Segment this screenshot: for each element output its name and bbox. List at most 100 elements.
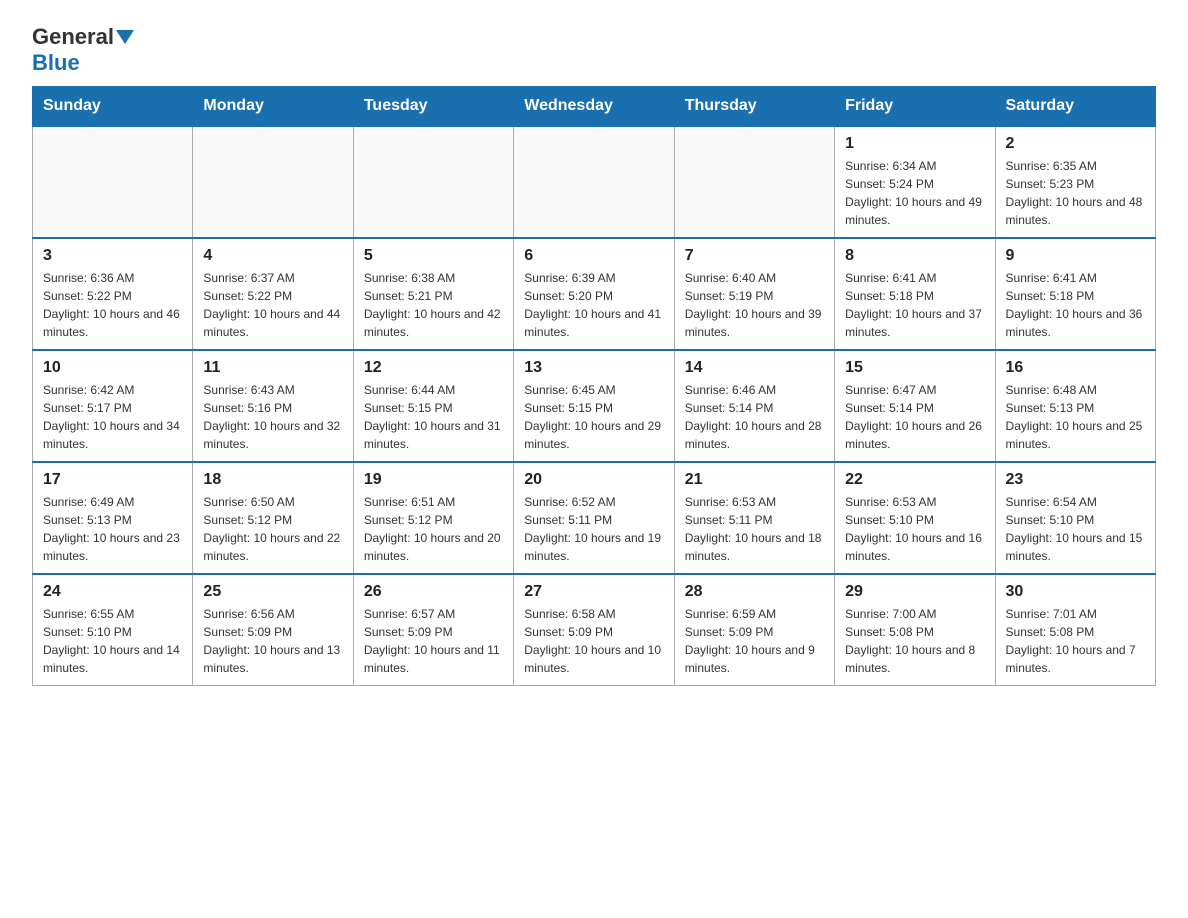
weekday-header-thursday: Thursday — [674, 87, 834, 127]
day-number: 11 — [203, 359, 342, 377]
day-info: Sunrise: 6:48 AMSunset: 5:13 PMDaylight:… — [1006, 381, 1145, 453]
calendar-cell: 18 Sunrise: 6:50 AMSunset: 5:12 PMDayligh… — [193, 462, 353, 574]
day-number: 24 — [43, 583, 182, 601]
day-number: 25 — [203, 583, 342, 601]
day-info: Sunrise: 6:53 AMSunset: 5:10 PMDaylight:… — [845, 493, 984, 565]
day-info: Sunrise: 6:53 AMSunset: 5:11 PMDaylight:… — [685, 493, 824, 565]
day-info: Sunrise: 6:54 AMSunset: 5:10 PMDaylight:… — [1006, 493, 1145, 565]
calendar-cell: 8 Sunrise: 6:41 AMSunset: 5:18 PMDaylight… — [835, 238, 995, 350]
calendar-cell — [353, 126, 513, 238]
calendar-cell — [193, 126, 353, 238]
calendar-week-row: 10 Sunrise: 6:42 AMSunset: 5:17 PMDayligh… — [33, 350, 1156, 462]
calendar-cell: 13 Sunrise: 6:45 AMSunset: 5:15 PMDayligh… — [514, 350, 674, 462]
weekday-header-sunday: Sunday — [33, 87, 193, 127]
calendar-cell: 23Sunrise: 6:54 AMSunset: 5:10 PMDayligh… — [995, 462, 1155, 574]
day-number: 21 — [685, 471, 824, 489]
day-number: 3 — [43, 247, 182, 265]
calendar-cell: 5 Sunrise: 6:38 AMSunset: 5:21 PMDaylight… — [353, 238, 513, 350]
day-number: 1 — [845, 135, 984, 153]
weekday-header-tuesday: Tuesday — [353, 87, 513, 127]
calendar-week-row: 24Sunrise: 6:55 AMSunset: 5:10 PMDayligh… — [33, 574, 1156, 686]
calendar-header-row: SundayMondayTuesdayWednesdayThursdayFrid… — [33, 87, 1156, 127]
calendar-cell: 24Sunrise: 6:55 AMSunset: 5:10 PMDayligh… — [33, 574, 193, 686]
day-number: 2 — [1006, 135, 1145, 153]
calendar-cell: 7 Sunrise: 6:40 AMSunset: 5:19 PMDaylight… — [674, 238, 834, 350]
day-number: 15 — [845, 359, 984, 377]
logo-general-text: General — [32, 24, 114, 50]
calendar-table: SundayMondayTuesdayWednesdayThursdayFrid… — [32, 86, 1156, 686]
day-number: 12 — [364, 359, 503, 377]
calendar-cell: 10 Sunrise: 6:42 AMSunset: 5:17 PMDayligh… — [33, 350, 193, 462]
calendar-cell: 6 Sunrise: 6:39 AMSunset: 5:20 PMDaylight… — [514, 238, 674, 350]
day-info: Sunrise: 6:58 AMSunset: 5:09 PMDaylight:… — [524, 605, 663, 677]
day-info: Sunrise: 7:00 AMSunset: 5:08 PMDaylight:… — [845, 605, 984, 677]
day-info: Sunrise: 6:39 AMSunset: 5:20 PMDaylight:… — [524, 269, 663, 341]
calendar-cell: 12 Sunrise: 6:44 AMSunset: 5:15 PMDayligh… — [353, 350, 513, 462]
calendar-cell: 14 Sunrise: 6:46 AMSunset: 5:14 PMDayligh… — [674, 350, 834, 462]
day-number: 9 — [1006, 247, 1145, 265]
day-number: 7 — [685, 247, 824, 265]
day-info: Sunrise: 6:36 AMSunset: 5:22 PMDaylight:… — [43, 269, 182, 341]
day-info: Sunrise: 6:42 AMSunset: 5:17 PMDaylight:… — [43, 381, 182, 453]
day-number: 19 — [364, 471, 503, 489]
day-info: Sunrise: 6:59 AMSunset: 5:09 PMDaylight:… — [685, 605, 824, 677]
day-number: 29 — [845, 583, 984, 601]
day-info: Sunrise: 6:34 AMSunset: 5:24 PMDaylight:… — [845, 157, 984, 229]
day-info: Sunrise: 6:35 AMSunset: 5:23 PMDaylight:… — [1006, 157, 1145, 229]
day-number: 20 — [524, 471, 663, 489]
calendar-cell: 15 Sunrise: 6:47 AMSunset: 5:14 PMDayligh… — [835, 350, 995, 462]
day-info: Sunrise: 6:43 AMSunset: 5:16 PMDaylight:… — [203, 381, 342, 453]
day-info: Sunrise: 6:44 AMSunset: 5:15 PMDaylight:… — [364, 381, 503, 453]
day-number: 18 — [203, 471, 342, 489]
day-info: Sunrise: 6:40 AMSunset: 5:19 PMDaylight:… — [685, 269, 824, 341]
day-number: 10 — [43, 359, 182, 377]
logo-triangle-icon — [116, 30, 134, 44]
day-number: 26 — [364, 583, 503, 601]
day-info: Sunrise: 6:47 AMSunset: 5:14 PMDaylight:… — [845, 381, 984, 453]
calendar-cell: 25 Sunrise: 6:56 AMSunset: 5:09 PMDayligh… — [193, 574, 353, 686]
weekday-header-monday: Monday — [193, 87, 353, 127]
day-info: Sunrise: 6:50 AMSunset: 5:12 PMDaylight:… — [203, 493, 342, 565]
calendar-cell — [33, 126, 193, 238]
day-number: 14 — [685, 359, 824, 377]
day-number: 4 — [203, 247, 342, 265]
calendar-cell: 17 Sunrise: 6:49 AMSunset: 5:13 PMDayligh… — [33, 462, 193, 574]
day-number: 5 — [364, 247, 503, 265]
day-info: Sunrise: 7:01 AMSunset: 5:08 PMDaylight:… — [1006, 605, 1145, 677]
calendar-week-row: 17 Sunrise: 6:49 AMSunset: 5:13 PMDayligh… — [33, 462, 1156, 574]
day-info: Sunrise: 6:57 AMSunset: 5:09 PMDaylight:… — [364, 605, 503, 677]
calendar-cell — [674, 126, 834, 238]
day-number: 16 — [1006, 359, 1145, 377]
day-number: 13 — [524, 359, 663, 377]
day-info: Sunrise: 6:45 AMSunset: 5:15 PMDaylight:… — [524, 381, 663, 453]
day-number: 6 — [524, 247, 663, 265]
weekday-header-wednesday: Wednesday — [514, 87, 674, 127]
calendar-cell: 4Sunrise: 6:37 AMSunset: 5:22 PMDaylight… — [193, 238, 353, 350]
weekday-header-friday: Friday — [835, 87, 995, 127]
day-info: Sunrise: 6:46 AMSunset: 5:14 PMDaylight:… — [685, 381, 824, 453]
calendar-week-row: 1 Sunrise: 6:34 AMSunset: 5:24 PMDaylight… — [33, 126, 1156, 238]
day-info: Sunrise: 6:49 AMSunset: 5:13 PMDaylight:… — [43, 493, 182, 565]
calendar-cell: 2 Sunrise: 6:35 AMSunset: 5:23 PMDaylight… — [995, 126, 1155, 238]
calendar-cell: 22 Sunrise: 6:53 AMSunset: 5:10 PMDayligh… — [835, 462, 995, 574]
calendar-cell: 27 Sunrise: 6:58 AMSunset: 5:09 PMDayligh… — [514, 574, 674, 686]
calendar-cell: 28 Sunrise: 6:59 AMSunset: 5:09 PMDayligh… — [674, 574, 834, 686]
day-number: 17 — [43, 471, 182, 489]
day-info: Sunrise: 6:41 AMSunset: 5:18 PMDaylight:… — [845, 269, 984, 341]
calendar-cell: 26 Sunrise: 6:57 AMSunset: 5:09 PMDayligh… — [353, 574, 513, 686]
day-number: 28 — [685, 583, 824, 601]
day-number: 22 — [845, 471, 984, 489]
day-info: Sunrise: 6:51 AMSunset: 5:12 PMDaylight:… — [364, 493, 503, 565]
day-number: 27 — [524, 583, 663, 601]
day-info: Sunrise: 6:52 AMSunset: 5:11 PMDaylight:… — [524, 493, 663, 565]
day-number: 8 — [845, 247, 984, 265]
day-info: Sunrise: 6:56 AMSunset: 5:09 PMDaylight:… — [203, 605, 342, 677]
calendar-cell: 20 Sunrise: 6:52 AMSunset: 5:11 PMDayligh… — [514, 462, 674, 574]
day-info: Sunrise: 6:38 AMSunset: 5:21 PMDaylight:… — [364, 269, 503, 341]
calendar-cell: 19 Sunrise: 6:51 AMSunset: 5:12 PMDayligh… — [353, 462, 513, 574]
logo: General Blue — [32, 24, 134, 76]
calendar-cell: 11 Sunrise: 6:43 AMSunset: 5:16 PMDayligh… — [193, 350, 353, 462]
calendar-cell: 29 Sunrise: 7:00 AMSunset: 5:08 PMDayligh… — [835, 574, 995, 686]
day-info: Sunrise: 6:41 AMSunset: 5:18 PMDaylight:… — [1006, 269, 1145, 341]
logo-blue-text: Blue — [32, 50, 80, 76]
